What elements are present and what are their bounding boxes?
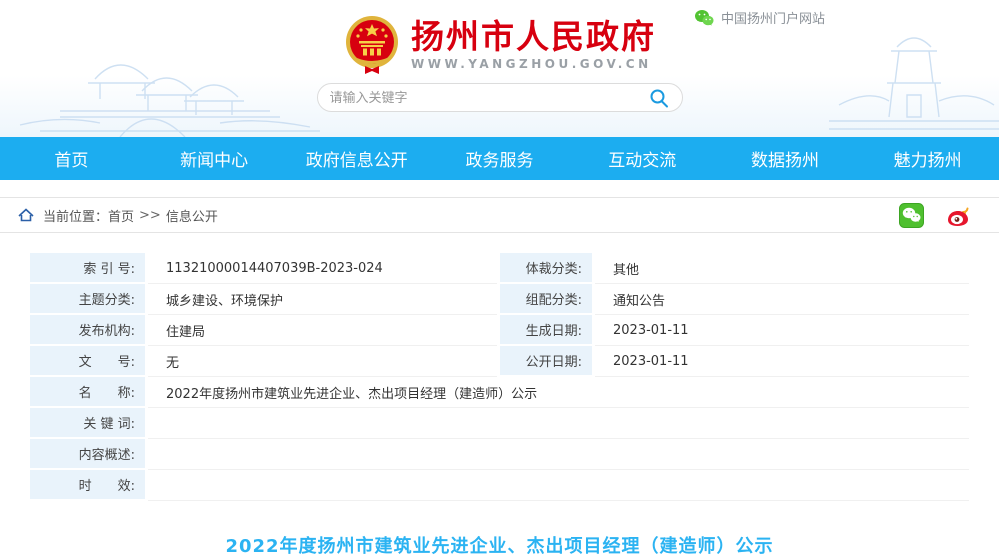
share-icons (899, 203, 981, 228)
nav-item-news[interactable]: 新闻中心 (143, 137, 286, 180)
field-label-topic-category: 主题分类: (30, 284, 145, 315)
field-value-summary (148, 439, 969, 470)
field-label-genre-category: 体裁分类: (500, 253, 592, 284)
field-value-topic-category: 城乡建设、环境保护 (148, 284, 497, 315)
field-label-issuing-agency: 发布机构: (30, 315, 145, 346)
table-row: 名 称: 2022年度扬州市建筑业先进企业、杰出项目经理（建造师）公示 (30, 377, 969, 408)
field-label-index-number: 索 引 号: (30, 253, 145, 284)
table-row: 关 键 词: (30, 408, 969, 439)
field-label-generated-date: 生成日期: (500, 315, 592, 346)
weibo-share-icon[interactable] (946, 203, 971, 228)
field-value-keywords (148, 408, 969, 439)
field-value-generated-date: 2023-01-11 (595, 315, 969, 346)
site-title: 扬州市人民政府 (411, 19, 656, 55)
national-emblem-icon (343, 14, 401, 76)
field-label-summary: 内容概述: (30, 439, 145, 470)
table-row: 时 效: (30, 470, 969, 501)
nav-item-interaction[interactable]: 互动交流 (571, 137, 714, 180)
search-input[interactable] (330, 90, 648, 105)
home-icon (18, 208, 34, 222)
field-label-publish-date: 公开日期: (500, 346, 592, 377)
table-row: 内容概述: (30, 439, 969, 470)
table-row: 主题分类: 城乡建设、环境保护 组配分类: 通知公告 (30, 284, 969, 315)
breadcrumb-prefix: 当前位置： (43, 206, 108, 225)
metadata-table: 索 引 号: 11321000014407039B-2023-024 体裁分类:… (30, 253, 969, 501)
field-value-title: 2022年度扬州市建筑业先进企业、杰出项目经理（建造师）公示 (148, 377, 969, 408)
field-value-issuing-agency: 住建局 (148, 315, 497, 346)
field-label-title: 名 称: (30, 377, 145, 408)
site-logo[interactable]: 扬州市人民政府 WWW.YANGZHOU.GOV.CN (0, 0, 999, 76)
table-row: 文 号: 无 公开日期: 2023-01-11 (30, 346, 969, 377)
logo-text: 扬州市人民政府 WWW.YANGZHOU.GOV.CN (411, 19, 656, 71)
field-label-validity: 时 效: (30, 470, 145, 501)
nav-item-services[interactable]: 政务服务 (428, 137, 571, 180)
search-icon (649, 88, 669, 108)
field-value-group-category: 通知公告 (595, 284, 969, 315)
breadcrumb-current-link[interactable]: 信息公开 (166, 206, 218, 225)
field-label-document-number: 文 号: (30, 346, 145, 377)
breadcrumb-home-link[interactable]: 首页 (108, 206, 134, 225)
breadcrumb-bar: 当前位置： 首页 >> 信息公开 (0, 197, 999, 233)
search-bar (317, 83, 683, 112)
article-title: 2022年度扬州市建筑业先进企业、杰出项目经理（建造师）公示 (0, 532, 999, 558)
wechat-share-icon[interactable] (899, 203, 924, 228)
main-nav: 首页 新闻中心 政府信息公开 政务服务 互动交流 数据扬州 魅力扬州 (0, 137, 999, 180)
field-label-group-category: 组配分类: (500, 284, 592, 315)
field-value-publish-date: 2023-01-11 (595, 346, 969, 377)
breadcrumb-separator: >> (139, 208, 161, 223)
field-value-index-number: 11321000014407039B-2023-024 (148, 253, 497, 284)
table-row: 索 引 号: 11321000014407039B-2023-024 体裁分类:… (30, 253, 969, 284)
nav-item-gov-info[interactable]: 政府信息公开 (285, 137, 428, 180)
field-value-validity (148, 470, 969, 501)
field-value-genre-category: 其他 (595, 253, 969, 284)
nav-item-home[interactable]: 首页 (0, 137, 143, 180)
nav-item-charm[interactable]: 魅力扬州 (856, 137, 999, 180)
page: 中国扬州门户网站 扬州市人民政府 WWW.YANGZHOU.GOV.CN (0, 0, 999, 558)
site-header: 中国扬州门户网站 扬州市人民政府 WWW.YANGZHOU.GOV.CN (0, 0, 999, 137)
nav-item-data[interactable]: 数据扬州 (714, 137, 857, 180)
table-row: 发布机构: 住建局 生成日期: 2023-01-11 (30, 315, 969, 346)
site-url: WWW.YANGZHOU.GOV.CN (411, 57, 656, 71)
field-value-document-number: 无 (148, 346, 497, 377)
field-label-keywords: 关 键 词: (30, 408, 145, 439)
search-button[interactable] (648, 87, 670, 109)
